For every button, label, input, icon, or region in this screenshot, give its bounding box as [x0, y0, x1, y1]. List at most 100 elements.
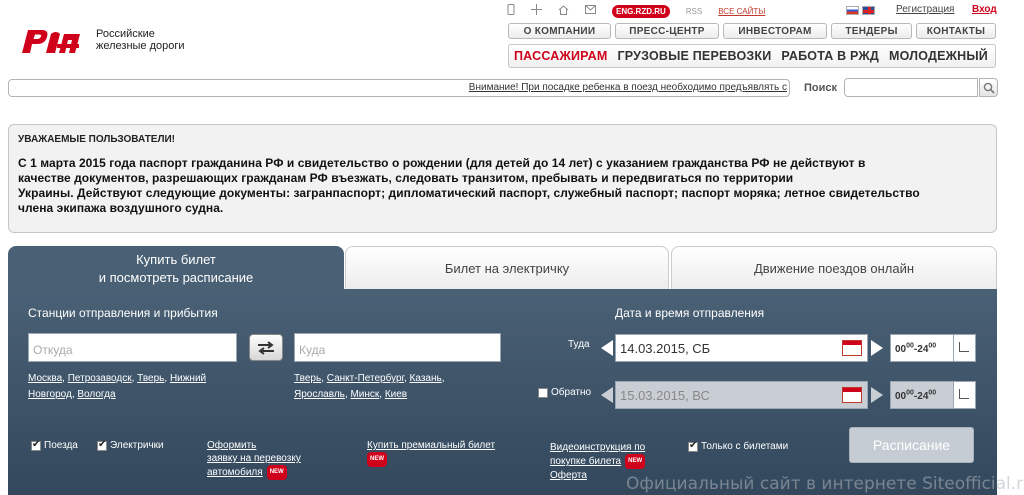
return-date-field[interactable]: 15.03.2015, ВС [615, 381, 868, 409]
time-dropdown-icon[interactable] [953, 335, 975, 361]
nav-freight[interactable]: ГРУЗОВЫЕ ПЕРЕВОЗКИ [612, 49, 776, 63]
city-link[interactable]: Новгород [28, 389, 72, 400]
news-ticker: Внимание! При посадке ребенка в поезд не… [8, 79, 790, 97]
video-link-line-2: покупке билета [550, 456, 622, 468]
from-quick-cities: Москва, Петрозаводск, Тверь, Нижний Новг… [28, 373, 207, 400]
nav-investors[interactable]: ИНВЕСТОРАМ [723, 23, 827, 39]
from-station-input[interactable]: Откуда [28, 333, 237, 362]
english-flag-icon[interactable] [862, 6, 875, 15]
departure-date-field[interactable]: 14.03.2015, СБ [615, 334, 868, 362]
return-date-value: 15.03.2015, ВС [620, 388, 710, 403]
important-notice: УВАЖАЕМЫЕ ПОЛЬЗОВАТЕЛИ! С 1 марта 2015 г… [8, 124, 997, 233]
to-station-input[interactable]: Куда [294, 333, 501, 362]
time-range: 0000-2400 [895, 390, 937, 403]
russian-flag-icon[interactable] [846, 6, 859, 15]
tab-buy-ticket-line-1: Купить билет [136, 251, 216, 267]
home-icon[interactable] [558, 4, 569, 18]
city-link[interactable]: Киев [385, 389, 407, 400]
swap-arrows-icon [258, 340, 274, 355]
notice-line-3: Украины. Действуют следующие документы: … [18, 186, 920, 200]
mobile-icon[interactable] [507, 4, 515, 18]
swap-stations-button[interactable] [249, 334, 283, 361]
time-from: 00 [895, 391, 907, 403]
city-link[interactable]: Санкт-Петербург [327, 373, 404, 384]
video-link-line-1: Видеоинструкция по [550, 442, 646, 453]
mail-icon[interactable] [585, 5, 596, 17]
rzd-logo-icon [22, 30, 80, 53]
new-badge: NEW [266, 465, 287, 480]
only-with-tickets-checkbox[interactable] [688, 440, 698, 452]
departure-time-select[interactable]: 0000-2400 [890, 334, 976, 362]
premium-ticket-link[interactable]: Купить премиальный билет NEW [367, 439, 495, 467]
registration-link[interactable]: Регистрация [896, 4, 954, 15]
header-tools: ENG.RZD.RU RSS ВСЕ САЙТЫ [507, 4, 765, 18]
premium-link-text: Купить премиальный билет [367, 440, 496, 451]
tab-buy-ticket[interactable]: Купить билет и посмотреть расписание [8, 246, 344, 290]
return-time-select[interactable]: 0000-2400 [890, 381, 976, 409]
calendar-icon[interactable] [842, 387, 862, 403]
city-link[interactable]: Петрозаводск [68, 373, 132, 384]
language-flags [846, 6, 875, 15]
search-icon [983, 82, 995, 94]
login-link[interactable]: Вход [972, 4, 997, 15]
time-dropdown-icon[interactable] [953, 382, 975, 408]
city-link[interactable]: Казань [410, 373, 442, 384]
nav-youth[interactable]: МОЛОДЕЖНЫЙ [884, 49, 993, 63]
prev-date-arrow-icon[interactable] [601, 340, 613, 356]
rzd-logo[interactable]: Российские железные дороги [18, 22, 185, 58]
ticker-link[interactable]: Внимание! При посадке ребенка в поезд не… [469, 82, 787, 93]
next-date-arrow-icon[interactable] [871, 340, 883, 356]
car-link-line-3: автомобиля [207, 467, 263, 479]
car-transport-link[interactable]: Оформить заявку на перевозку автомобиля N… [207, 439, 301, 480]
next-return-date-arrow-icon[interactable] [871, 387, 883, 403]
city-link[interactable]: Тверь [294, 373, 321, 384]
return-checkbox[interactable] [538, 388, 548, 398]
prev-return-date-arrow-icon[interactable] [601, 387, 613, 403]
city-link[interactable]: Минск [350, 389, 379, 400]
trains-checkbox[interactable] [31, 439, 41, 451]
nav-contacts[interactable]: КОНТАКТЫ [916, 23, 996, 39]
all-sites-link[interactable]: ВСЕ САЙТЫ [718, 7, 765, 16]
sitemap-icon[interactable] [531, 4, 542, 18]
datetime-section-label: Дата и время отправления [615, 306, 765, 320]
top-navigation: О КОМПАНИИ ПРЕСС-ЦЕНТР ИНВЕСТОРАМ ТЕНДЕР… [508, 23, 996, 39]
stations-section-label: Станции отправления и прибытия [28, 306, 218, 320]
city-link[interactable]: Москва [28, 373, 62, 384]
brand-name: Российские железные дороги [96, 28, 185, 52]
nav-about-company[interactable]: О КОМПАНИИ [508, 23, 611, 39]
there-label: Туда [568, 339, 590, 350]
eng-site-link[interactable]: ENG.RZD.RU [612, 4, 670, 18]
city-link[interactable]: Вологда [77, 389, 115, 400]
tab-suburban-ticket[interactable]: Билет на электричку [345, 246, 669, 290]
brand-line-2: железные дороги [96, 40, 185, 52]
nav-press-center[interactable]: ПРЕСС-ЦЕНТР [615, 23, 719, 39]
notice-line-4: члена экипажа воздушного судна. [18, 201, 224, 215]
new-badge: NEW [625, 454, 646, 469]
schedule-button[interactable]: Расписание [849, 427, 974, 463]
new-badge: NEW [367, 452, 387, 467]
city-link[interactable]: Ярославль [294, 389, 345, 400]
car-link-line-1: Оформить [207, 440, 257, 451]
time-to: 24 [917, 344, 929, 356]
to-quick-cities: Тверь, Санкт-Петербург, Казань, Ярославл… [294, 373, 445, 400]
search-button[interactable] [979, 78, 998, 97]
calendar-icon[interactable] [842, 340, 862, 356]
main-navigation: ПАССАЖИРАМ ГРУЗОВЫЕ ПЕРЕВОЗКИ РАБОТА В Р… [508, 44, 996, 68]
rss-link[interactable]: RSS [686, 7, 702, 16]
search-input[interactable] [844, 78, 978, 97]
tab-buy-ticket-line-2: и посмотреть расписание [98, 269, 254, 285]
suburban-checkbox[interactable] [97, 439, 107, 451]
time-to: 24 [917, 391, 929, 403]
city-link[interactable]: Тверь [137, 373, 164, 384]
nav-passengers[interactable]: ПАССАЖИРАМ [509, 49, 612, 63]
tab-trains-online[interactable]: Движение поездов онлайн [671, 246, 997, 290]
brand-line-1: Российские [96, 28, 155, 40]
nav-careers[interactable]: РАБОТА В РЖД [776, 49, 884, 63]
suburban-label: Электрички [110, 440, 164, 451]
notice-body: С 1 марта 2015 года паспорт гражданина Р… [18, 156, 987, 216]
time-range: 0000-2400 [895, 343, 937, 356]
notice-line-1: С 1 марта 2015 года паспорт гражданина Р… [18, 156, 866, 170]
nav-tenders[interactable]: ТЕНДЕРЫ [831, 23, 912, 39]
city-link[interactable]: Нижний [170, 373, 206, 384]
notice-line-2: качестве документов, разрешающих граждан… [18, 171, 794, 185]
